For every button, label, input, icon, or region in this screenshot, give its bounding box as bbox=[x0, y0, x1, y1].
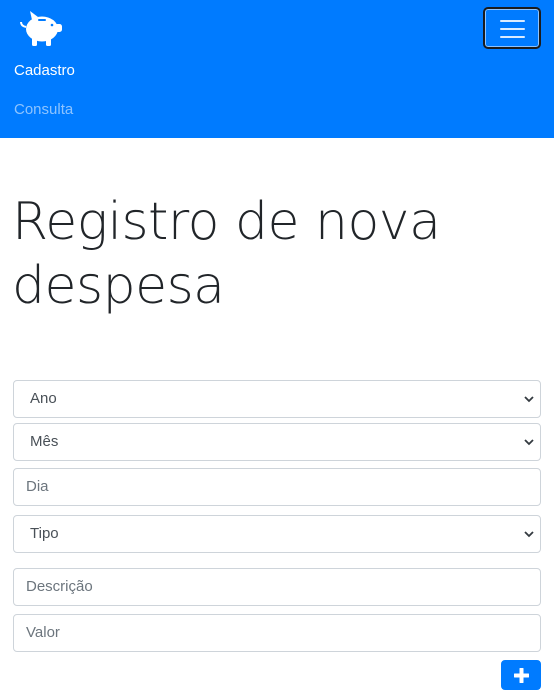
dia-input-placeholder: Dia bbox=[26, 478, 49, 495]
navbar-toggler-button[interactable] bbox=[483, 7, 541, 49]
chevron-down-icon bbox=[524, 439, 534, 446]
valor-input-placeholder: Valor bbox=[26, 624, 60, 641]
ano-select[interactable]: Ano bbox=[13, 380, 541, 418]
mes-select-label: Mês bbox=[30, 433, 59, 450]
nav-link-cadastro[interactable]: Cadastro bbox=[14, 61, 75, 81]
hamburger-menu-icon bbox=[500, 20, 525, 38]
descricao-input[interactable]: Descrição bbox=[13, 568, 541, 606]
valor-input[interactable]: Valor bbox=[13, 614, 541, 652]
descricao-input-placeholder: Descrição bbox=[26, 578, 93, 595]
plus-icon bbox=[514, 668, 529, 683]
ano-select-label: Ano bbox=[30, 390, 57, 407]
chevron-down-icon bbox=[524, 531, 534, 538]
tipo-select-label: Tipo bbox=[30, 525, 59, 542]
chevron-down-icon bbox=[524, 396, 534, 403]
add-expense-button[interactable] bbox=[501, 660, 541, 690]
mes-select[interactable]: Mês bbox=[13, 423, 541, 461]
navbar: Cadastro Consulta bbox=[0, 0, 554, 138]
piggy-bank-icon[interactable] bbox=[18, 8, 64, 48]
tipo-select[interactable]: Tipo bbox=[13, 515, 541, 553]
page-title: Registro de nova despesa bbox=[12, 192, 441, 316]
nav-link-consulta[interactable]: Consulta bbox=[14, 100, 73, 120]
dia-input[interactable]: Dia bbox=[13, 468, 541, 506]
